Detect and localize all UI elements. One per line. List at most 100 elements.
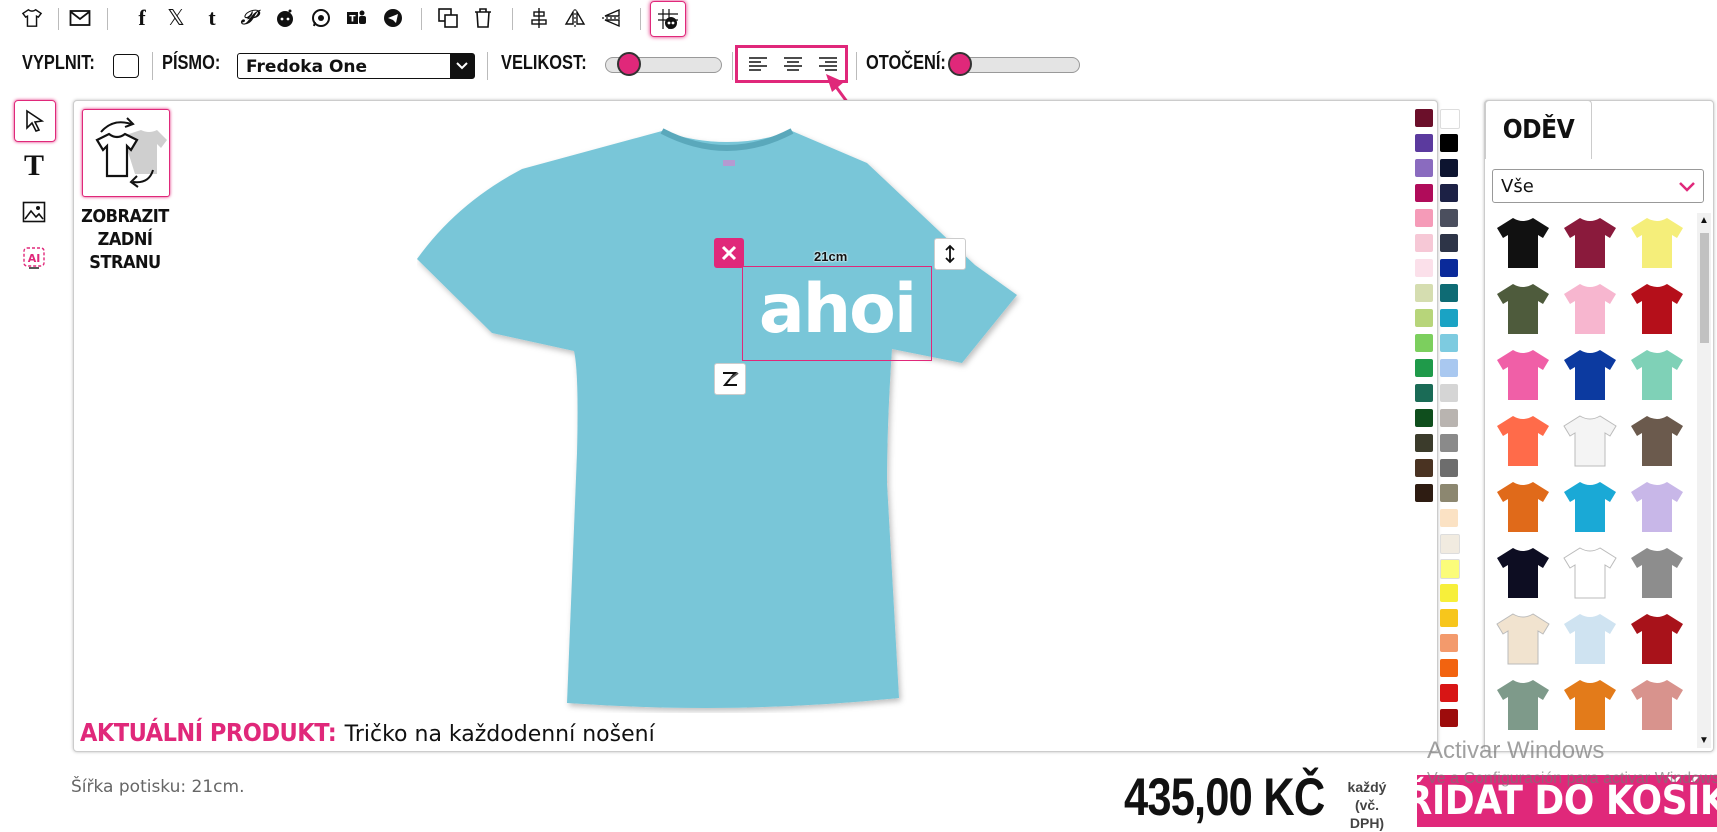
color-swatch[interactable]: [1440, 459, 1458, 477]
scroll-down-icon[interactable]: ▼: [1699, 735, 1709, 746]
x-icon[interactable]: 𝕏: [162, 4, 190, 32]
color-swatch[interactable]: [1440, 409, 1458, 427]
product-thumbnail[interactable]: [1560, 411, 1620, 471]
whatsapp-icon[interactable]: [307, 4, 335, 32]
color-swatch[interactable]: [1415, 384, 1433, 402]
color-swatch[interactable]: [1440, 709, 1458, 727]
color-swatch[interactable]: [1440, 484, 1458, 502]
color-swatch[interactable]: [1440, 334, 1458, 352]
font-select[interactable]: Fredoka One: [237, 53, 475, 79]
scroll-up-icon[interactable]: ▲: [1699, 215, 1709, 226]
color-swatch[interactable]: [1440, 359, 1458, 377]
color-swatch[interactable]: [1440, 634, 1458, 652]
product-thumbnail[interactable]: [1627, 213, 1687, 273]
ai-tool-icon[interactable]: AI: [14, 238, 54, 278]
product-thumbnail[interactable]: [1560, 213, 1620, 273]
category-filter-select[interactable]: Vše: [1492, 169, 1704, 203]
color-swatch[interactable]: [1440, 534, 1460, 554]
color-swatch[interactable]: [1415, 409, 1433, 427]
flip-horizontal-icon[interactable]: [561, 4, 589, 32]
color-swatch[interactable]: [1440, 584, 1458, 602]
color-swatch[interactable]: [1440, 209, 1458, 227]
color-swatch[interactable]: [1440, 134, 1458, 152]
text-tool-icon[interactable]: T: [14, 146, 54, 186]
color-swatch[interactable]: [1415, 284, 1433, 302]
trash-icon[interactable]: [469, 4, 497, 32]
telegram-icon[interactable]: [379, 4, 407, 32]
color-swatch[interactable]: [1440, 559, 1460, 579]
color-swatch[interactable]: [1415, 209, 1433, 227]
facebook-icon[interactable]: f: [128, 4, 156, 32]
reddit-icon[interactable]: [271, 4, 299, 32]
color-swatch[interactable]: [1415, 484, 1433, 502]
color-swatch[interactable]: [1440, 384, 1458, 402]
rotation-slider-knob[interactable]: [948, 52, 972, 76]
color-swatch[interactable]: [1440, 159, 1458, 177]
color-swatch[interactable]: [1440, 184, 1458, 202]
design-text[interactable]: ahoi: [743, 267, 931, 353]
product-thumbnail[interactable]: [1627, 411, 1687, 471]
teams-icon[interactable]: T: [343, 4, 371, 32]
duplicate-icon[interactable]: [434, 4, 462, 32]
color-swatch[interactable]: [1440, 109, 1460, 129]
size-slider-knob[interactable]: [617, 52, 642, 76]
product-thumbnail[interactable]: [1493, 477, 1553, 537]
grid-toggle-icon[interactable]: [650, 1, 686, 37]
color-swatch[interactable]: [1440, 234, 1458, 252]
product-thumbnail[interactable]: [1627, 279, 1687, 339]
product-thumbnail[interactable]: [1627, 345, 1687, 405]
product-thumbnail[interactable]: [1493, 411, 1553, 471]
color-swatch[interactable]: [1440, 309, 1458, 327]
product-thumbnail[interactable]: [1627, 675, 1687, 735]
image-tool-icon[interactable]: [14, 192, 54, 232]
color-swatch[interactable]: [1440, 434, 1458, 452]
align-center-vertical-icon[interactable]: [525, 4, 553, 32]
color-swatch[interactable]: [1415, 434, 1433, 452]
color-swatch[interactable]: [1415, 109, 1433, 127]
product-thumbnail[interactable]: [1627, 477, 1687, 537]
color-swatch[interactable]: [1440, 259, 1458, 277]
product-thumbnail[interactable]: [1627, 609, 1687, 669]
scrollbar-thumb[interactable]: [1700, 233, 1709, 343]
color-swatch[interactable]: [1415, 359, 1433, 377]
product-thumbnail[interactable]: [1493, 279, 1553, 339]
color-swatch[interactable]: [1415, 334, 1433, 352]
product-thumbnail[interactable]: [1493, 543, 1553, 603]
color-swatch[interactable]: [1440, 284, 1458, 302]
product-thumbnail[interactable]: [1560, 477, 1620, 537]
product-thumbnail[interactable]: [1493, 213, 1553, 273]
color-swatch[interactable]: [1415, 159, 1433, 177]
color-swatch[interactable]: [1415, 234, 1433, 252]
product-thumbnail[interactable]: [1560, 675, 1620, 735]
show-back-side-button[interactable]: [82, 109, 170, 197]
color-swatch[interactable]: [1440, 684, 1458, 702]
tab-clothing[interactable]: ODĚV: [1485, 100, 1592, 159]
product-thumbnail[interactable]: [1560, 543, 1620, 603]
color-swatch[interactable]: [1415, 184, 1433, 202]
align-left-icon[interactable]: [746, 53, 770, 75]
product-thumbnail[interactable]: [1560, 345, 1620, 405]
color-swatch[interactable]: [1415, 459, 1433, 477]
size-slider[interactable]: [605, 52, 722, 76]
tumblr-icon[interactable]: t: [198, 4, 226, 32]
flip-vertical-icon[interactable]: [598, 4, 626, 32]
align-center-icon[interactable]: [781, 53, 805, 75]
select-tool-cursor-icon[interactable]: [14, 100, 56, 142]
color-swatch[interactable]: [1415, 134, 1433, 152]
mail-icon[interactable]: [66, 4, 94, 32]
product-thumbnail[interactable]: [1560, 609, 1620, 669]
resize-handle-icon[interactable]: [934, 238, 966, 270]
product-thumbnail[interactable]: [1493, 609, 1553, 669]
product-thumbnail[interactable]: [1493, 675, 1553, 735]
fill-checkbox[interactable]: [113, 54, 139, 78]
pinterest-icon[interactable]: 𝒫: [234, 4, 262, 32]
color-swatch[interactable]: [1415, 309, 1433, 327]
color-swatch[interactable]: [1440, 509, 1458, 527]
color-swatch[interactable]: [1440, 609, 1458, 627]
product-thumbnail[interactable]: [1493, 345, 1553, 405]
color-swatch[interactable]: [1440, 659, 1458, 677]
rotation-slider[interactable]: [948, 52, 1080, 76]
product-thumbnail[interactable]: [1627, 543, 1687, 603]
design-canvas[interactable]: ZOBRAZIT ZADNÍ STRANU ahoi 21cm AKTUÁLNÍ…: [73, 100, 1460, 752]
color-swatch[interactable]: [1415, 259, 1433, 277]
